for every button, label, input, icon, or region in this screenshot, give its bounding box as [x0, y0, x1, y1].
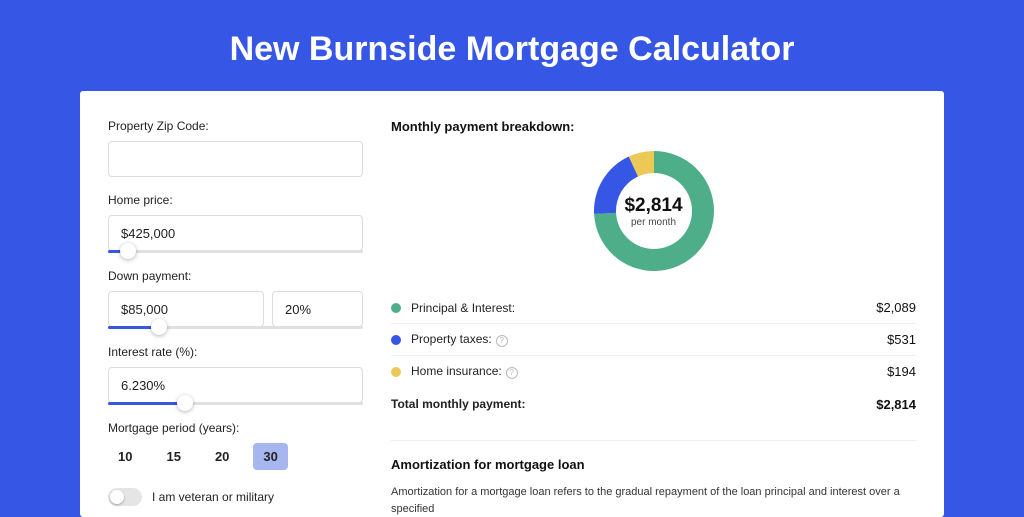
legend-dot: [391, 335, 401, 345]
breakdown-title: Monthly payment breakdown:: [391, 119, 916, 134]
legend-value: $531: [887, 332, 916, 347]
legend-row: Home insurance:?$194: [391, 356, 916, 387]
legend-label: Home insurance:?: [411, 364, 887, 379]
slider-thumb[interactable]: [177, 395, 193, 411]
slider-thumb[interactable]: [151, 319, 167, 335]
home-price-slider[interactable]: [108, 250, 363, 253]
down-payment-slider[interactable]: [108, 326, 363, 329]
calculator-card: Property Zip Code: Home price: Down paym…: [80, 91, 944, 517]
period-option-15[interactable]: 15: [156, 443, 190, 470]
payment-donut-chart: $2,814 per month: [591, 148, 717, 274]
inputs-column: Property Zip Code: Home price: Down paym…: [108, 119, 363, 517]
total-value: $2,814: [876, 397, 916, 412]
period-label: Mortgage period (years):: [108, 421, 363, 435]
interest-rate-input[interactable]: [108, 367, 363, 403]
veteran-toggle[interactable]: [108, 488, 142, 506]
home-price-input[interactable]: [108, 215, 363, 251]
page-title: New Burnside Mortgage Calculator: [80, 30, 944, 69]
period-option-20[interactable]: 20: [205, 443, 239, 470]
legend-dot: [391, 367, 401, 377]
donut-center-sub: per month: [631, 217, 676, 228]
legend-row: Property taxes:?$531: [391, 324, 916, 356]
legend-label: Property taxes:?: [411, 332, 887, 347]
breakdown-column: Monthly payment breakdown: $2,814 per mo…: [391, 119, 916, 517]
legend-value: $2,089: [876, 300, 916, 315]
interest-rate-label: Interest rate (%):: [108, 345, 363, 359]
down-payment-label: Down payment:: [108, 269, 363, 283]
legend-row: Principal & Interest:$2,089: [391, 292, 916, 324]
legend-dot: [391, 303, 401, 313]
legend-label: Principal & Interest:: [411, 301, 876, 315]
amortization-section: Amortization for mortgage loan Amortizat…: [391, 457, 916, 517]
home-price-label: Home price:: [108, 193, 363, 207]
period-option-10[interactable]: 10: [108, 443, 142, 470]
down-payment-percent-input[interactable]: [272, 291, 363, 327]
info-icon[interactable]: ?: [506, 367, 518, 379]
info-icon[interactable]: ?: [496, 335, 508, 347]
down-payment-input[interactable]: [108, 291, 264, 327]
amortization-text: Amortization for a mortgage loan refers …: [391, 484, 916, 517]
interest-rate-slider[interactable]: [108, 402, 363, 405]
zip-label: Property Zip Code:: [108, 119, 363, 133]
toggle-knob: [110, 490, 124, 504]
zip-input[interactable]: [108, 141, 363, 177]
donut-center-value: $2,814: [624, 195, 682, 217]
legend-value: $194: [887, 364, 916, 379]
slider-thumb[interactable]: [120, 243, 136, 259]
total-label: Total monthly payment:: [391, 397, 876, 412]
veteran-label: I am veteran or military: [152, 490, 274, 504]
amortization-title: Amortization for mortgage loan: [391, 457, 916, 472]
period-options: 10 15 20 30: [108, 443, 363, 470]
period-option-30[interactable]: 30: [253, 443, 287, 470]
